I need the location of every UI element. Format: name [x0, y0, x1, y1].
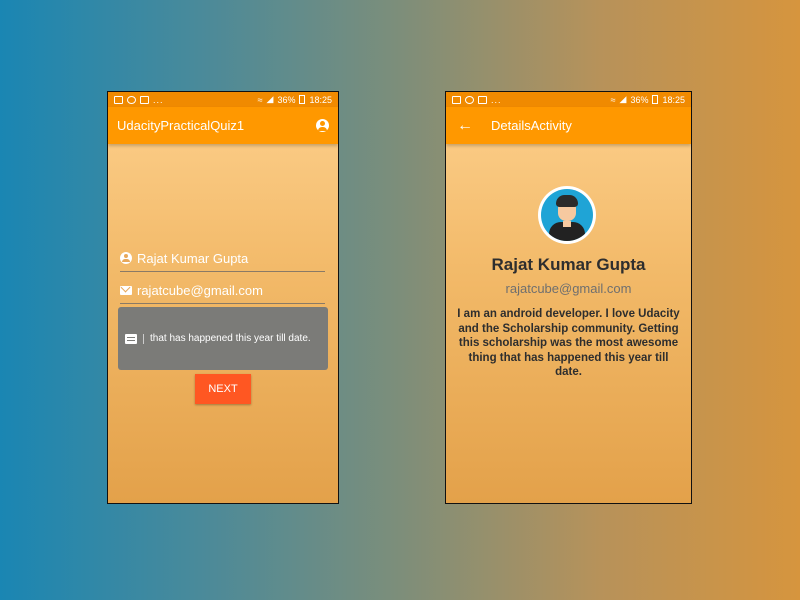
clock: 18:25 — [662, 94, 685, 105]
back-arrow-icon[interactable]: ← — [457, 117, 473, 135]
mail-icon — [120, 285, 132, 295]
battery-icon — [652, 95, 659, 104]
message-notification-icon — [140, 95, 149, 104]
email-field[interactable]: rajatcube@gmail.com — [120, 277, 325, 304]
more-notifications: ... — [491, 94, 502, 105]
wifi-icon: ≈ — [610, 94, 616, 105]
more-notifications: ... — [153, 94, 164, 105]
signal-icon: ◢ — [266, 94, 274, 104]
status-bar: ... ≈ ◢ 36% 18:25 — [108, 92, 338, 107]
avatar — [538, 186, 596, 244]
whatsapp-notification-icon — [465, 95, 474, 104]
image-notification-icon — [452, 95, 461, 104]
comment-field[interactable]: that has happened this year till date. — [118, 307, 328, 370]
quiz-screen: ... ≈ ◢ 36% 18:25 UdacityPracticalQuiz1 … — [107, 91, 339, 504]
name-field-value: Rajat Kumar Gupta — [137, 250, 249, 266]
email-field-value: rajatcube@gmail.com — [137, 282, 263, 298]
clock: 18:25 — [309, 94, 332, 105]
whatsapp-notification-icon — [127, 95, 136, 104]
text-cursor — [143, 333, 144, 344]
battery-icon — [299, 95, 306, 104]
app-bar: ← DetailsActivity — [446, 107, 691, 144]
avatar-illustration — [541, 189, 593, 241]
message-notification-icon — [478, 95, 487, 104]
wifi-icon: ≈ — [257, 94, 263, 105]
battery-percent: 36% — [277, 94, 296, 105]
next-button[interactable]: NEXT — [195, 374, 251, 404]
comment-icon — [125, 333, 137, 344]
app-title: UdacityPracticalQuiz1 — [117, 118, 245, 133]
name-field[interactable]: Rajat Kumar Gupta — [120, 245, 325, 272]
comment-field-value: that has happened this year till date. — [150, 333, 311, 344]
app-bar: UdacityPracticalQuiz1 — [108, 107, 338, 144]
image-notification-icon — [114, 95, 123, 104]
app-title: DetailsActivity — [491, 118, 572, 133]
details-screen: ... ≈ ◢ 36% 18:25 ← DetailsActivity Raja… — [445, 91, 692, 504]
profile-name: Rajat Kumar Gupta — [491, 255, 646, 274]
profile-bio: I am an android developer. I love Udacit… — [457, 308, 680, 378]
signal-icon: ◢ — [619, 94, 627, 104]
status-bar: ... ≈ ◢ 36% 18:25 — [446, 92, 691, 107]
person-icon — [120, 252, 132, 264]
battery-percent: 36% — [630, 94, 649, 105]
account-icon[interactable] — [316, 119, 329, 132]
profile-email: rajatcube@gmail.com — [505, 281, 632, 296]
